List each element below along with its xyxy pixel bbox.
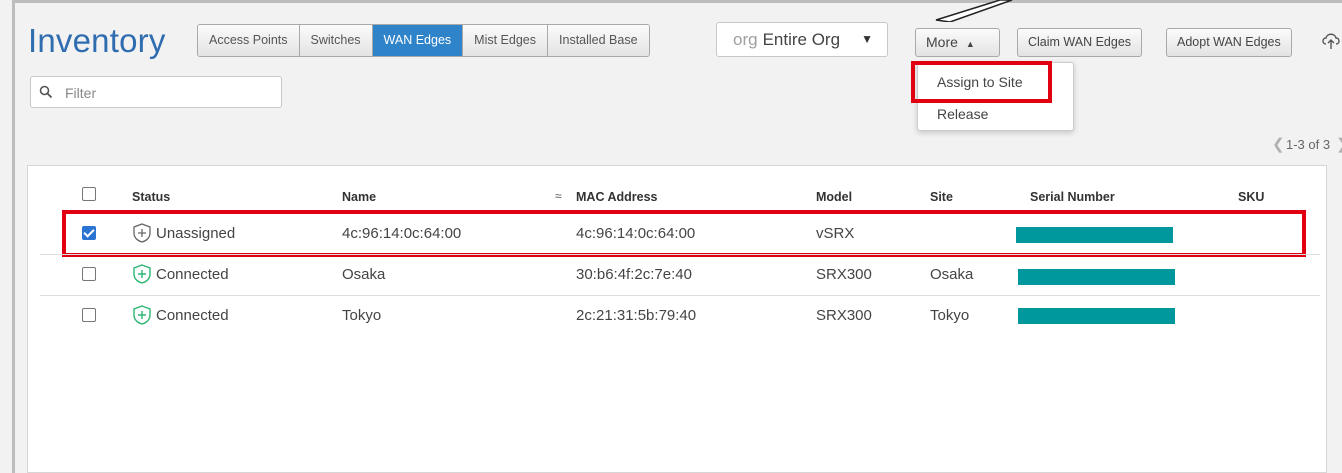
row-model: vSRX [816, 225, 855, 242]
column-header-serial-number[interactable]: Serial Number [1030, 190, 1115, 204]
filter-field[interactable] [30, 76, 282, 109]
row-status: Connected [156, 307, 229, 324]
row-checkbox[interactable] [82, 267, 96, 281]
more-dropdown-menu: Assign to Site Release [917, 62, 1074, 131]
page-title: Inventory [28, 22, 166, 59]
row-mac: 30:b6:4f:2c:7e:40 [576, 266, 692, 283]
tab-installed-base[interactable]: Installed Base [548, 25, 649, 56]
adopt-wan-edges-button[interactable]: Adopt WAN Edges [1166, 28, 1292, 57]
cloud-upload-icon[interactable] [1321, 30, 1342, 52]
claim-wan-edges-button[interactable]: Claim WAN Edges [1017, 28, 1143, 57]
row-checkbox[interactable] [82, 226, 96, 240]
device-type-tabs: Access Points Switches WAN Edges Mist Ed… [197, 24, 650, 57]
row-site: Tokyo [930, 307, 970, 324]
column-header-mac-address[interactable]: MAC Address [576, 190, 658, 204]
search-icon [39, 85, 53, 99]
row-model: SRX300 [816, 307, 872, 324]
menu-item-release[interactable]: Release [937, 106, 988, 122]
menu-item-assign-to-site[interactable]: Assign to Site [937, 74, 1023, 90]
tab-wan-edges[interactable]: WAN Edges [372, 25, 464, 56]
org-selector[interactable]: org Entire Org ▼ [716, 22, 888, 57]
column-header-site[interactable]: Site [930, 190, 953, 204]
serial-number-redacted [1018, 308, 1175, 324]
row-divider [40, 295, 1320, 296]
serial-number-redacted [1016, 227, 1173, 243]
row-name[interactable]: Osaka [342, 266, 385, 283]
tab-switches[interactable]: Switches [299, 25, 373, 56]
filter-input[interactable] [63, 77, 277, 109]
row-status: Connected [156, 266, 229, 283]
column-header-name[interactable]: Name [342, 190, 376, 204]
column-header-sku[interactable]: SKU [1238, 190, 1264, 204]
tab-access-points[interactable]: Access Points [198, 25, 300, 56]
row-mac: 2c:21:31:5b:79:40 [576, 307, 697, 324]
row-divider [40, 254, 1320, 255]
row-site: Osaka [930, 266, 974, 283]
org-value: Entire Org [762, 30, 841, 49]
shield-plus-icon [133, 223, 151, 243]
shield-plus-icon [133, 264, 151, 284]
select-all-checkbox[interactable] [82, 187, 96, 201]
chevron-up-icon: ▲ [965, 39, 975, 49]
pagination-text: 1-3 of 3 [1286, 137, 1331, 152]
row-name[interactable]: 4c:96:14:0c:64:00 [342, 225, 461, 242]
row-checkbox[interactable] [82, 308, 96, 322]
chevron-left-icon[interactable]: ❮ [1272, 135, 1285, 153]
column-header-status[interactable]: Status [132, 190, 170, 204]
org-prefix: org [733, 30, 758, 49]
more-label: More [926, 34, 958, 50]
row-status: Unassigned [156, 225, 236, 242]
callout-arrow [935, 0, 1013, 22]
column-header-model[interactable]: Model [816, 190, 852, 204]
serial-number-redacted [1018, 269, 1175, 285]
chevron-down-icon: ▼ [861, 32, 873, 46]
row-name[interactable]: Tokyo [342, 307, 381, 324]
shield-plus-icon [133, 305, 151, 325]
row-model: SRX300 [816, 266, 872, 283]
chevron-right-icon[interactable]: ❯ [1336, 135, 1342, 153]
sort-ascending-icon[interactable]: ≈ [555, 189, 562, 203]
row-mac: 4c:96:14:0c:64:00 [576, 225, 696, 242]
more-button[interactable]: More ▲ [915, 28, 1000, 57]
tab-mist-edges[interactable]: Mist Edges [463, 25, 549, 56]
